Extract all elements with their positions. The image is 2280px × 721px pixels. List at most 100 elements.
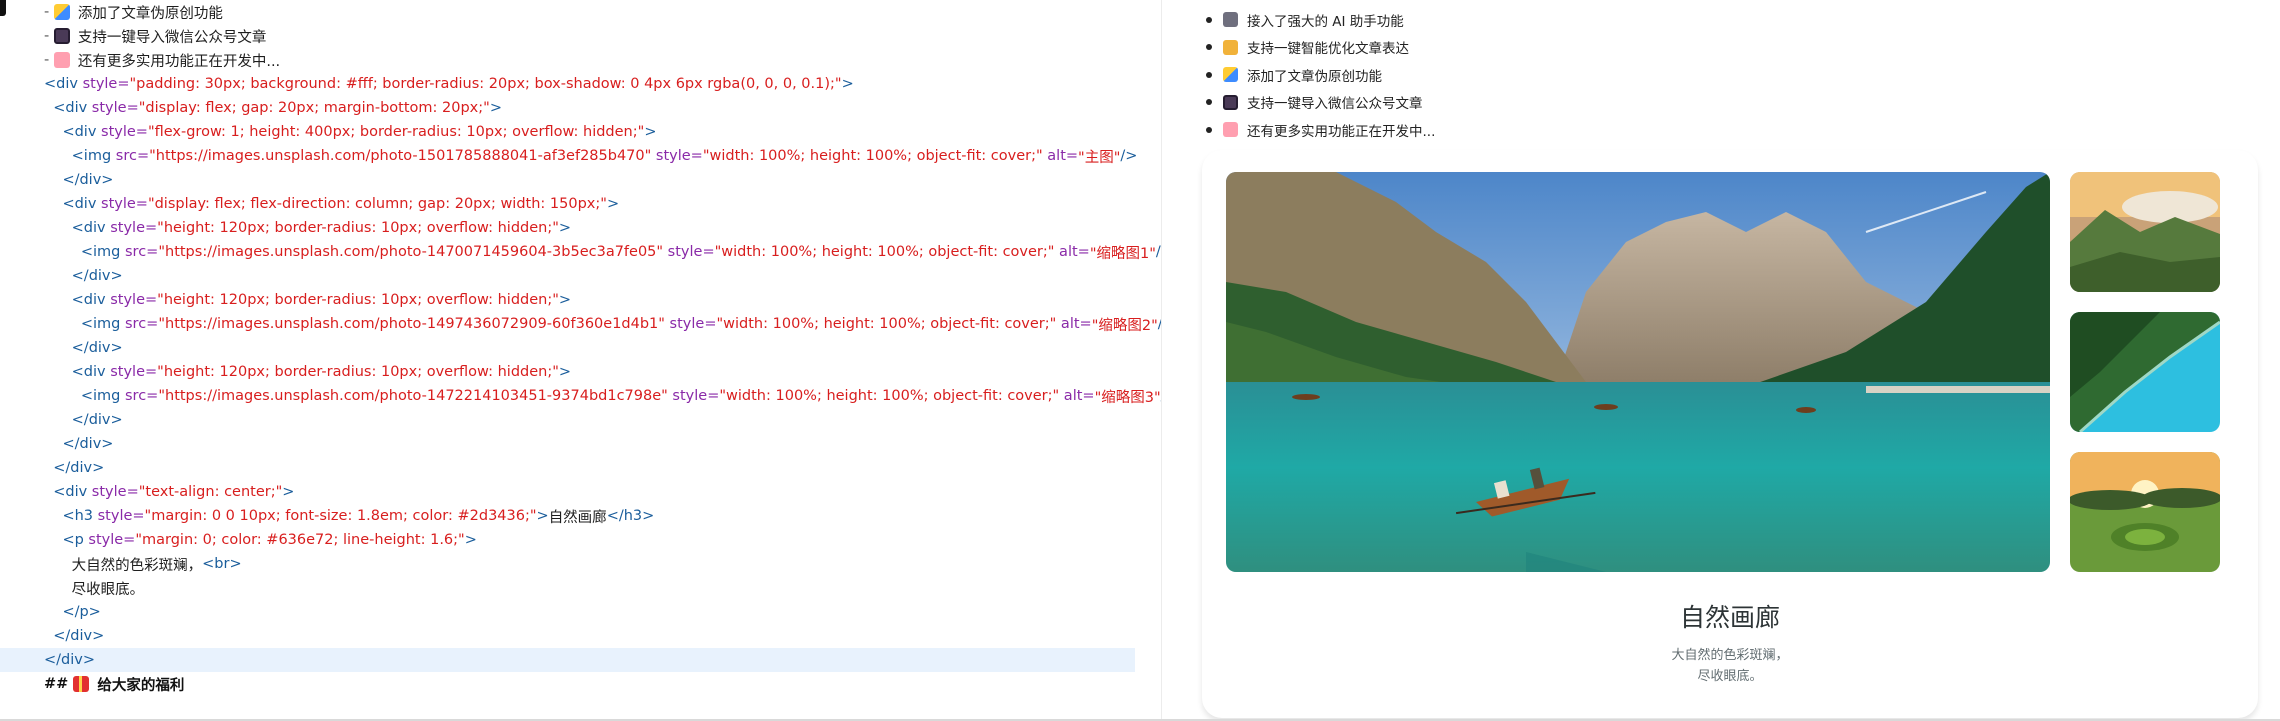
editor-line[interactable]: ## 给大家的福利 [0,672,1135,696]
feature-bullet: 支持一键导入微信公众号文章 [1206,89,1435,117]
code-token: style= [110,364,158,380]
editor-line[interactable]: </div> [0,624,1135,648]
editor-line[interactable]: </div> [0,168,1135,192]
editor-line[interactable]: <div style= "text-align: center;" > [0,480,1135,504]
code-token: src= [125,244,159,260]
feature-bullet: 添加了文章伪原创功能 [1206,61,1435,89]
feature-bullet: 接入了强大的 AI 助手功能 [1206,6,1435,34]
code-token: "width: 100%; height: 100%; object-fit: … [714,244,1055,260]
code-token: > [464,532,477,548]
pen-emoji-icon [53,4,70,20]
editor-line[interactable]: </div> [0,456,1135,480]
editor-line[interactable]: - 还有更多实用功能正在开发中... [0,48,1135,72]
code-token: <img [80,388,125,404]
editor-line[interactable]: <img src= "https://images.unsplash.com/ph… [0,384,1161,408]
code-token: </p> [62,604,101,620]
code-token: - [44,52,54,68]
editor-line[interactable]: </div> [0,336,1135,360]
green-field-image [2070,452,2220,572]
code-token: "https://images.unsplash.com/photo-14722… [158,388,668,404]
code-token: "flex-grow: 1; height: 400px; border-rad… [147,124,645,140]
editor-line[interactable]: <img src= "https://images.unsplash.com/ph… [0,144,1138,168]
code-token: "margin: 0 0 10px; font-size: 1.8em; col… [144,508,537,524]
code-token: src= [125,388,159,404]
editor-line[interactable]: <div style= "height: 120px; border-radius… [0,288,1135,312]
code-token: > [558,220,572,236]
code-token: <br> [202,556,242,572]
bullet-dot [1206,99,1212,106]
editor-line[interactable]: <div style= "display: flex; flex-directio… [0,192,1135,216]
editor-line[interactable]: <div style= "padding: 30px; background: #… [0,72,1135,96]
code-token: > [606,196,620,212]
gallery-caption: 自然画廊 大自然的色彩斑斓， 尽收眼底。 [1202,598,2258,688]
code-token: style= [663,244,715,260]
code-token: <div [53,484,92,500]
editor-line[interactable]: <div style= "height: 120px; border-radius… [0,216,1135,240]
editor-line[interactable]: <p style= "margin: 0; color: #636e72; lin… [0,528,1135,552]
code-token: - [44,4,54,20]
editor-line[interactable]: </div> [0,648,1135,672]
editor-line[interactable]: <h3 style= "margin: 0 0 10px; font-size: … [0,504,1135,528]
code-token: "display: flex; flex-direction: column; … [147,196,607,212]
code-token: </div> [71,268,123,284]
code-token: <div [62,196,102,212]
editor-line[interactable]: 大自然的色彩斑斓， <br> [0,552,1135,576]
thumbnail-column [2070,172,2220,572]
brain-emoji-icon [53,52,70,68]
code-token: alt= [1059,388,1095,404]
editor-line[interactable]: 尽收眼底。 [0,576,1135,600]
markdown-editor[interactable]: - 添加了文章伪原创功能 - 支持一键导入微信公众号文章 - 还有更多实用功能正在开… [0,0,1161,721]
code-token: > [558,364,572,380]
code-token: > [644,124,657,140]
editor-line[interactable]: </div> [0,432,1135,456]
code-token: </h3> [606,508,655,524]
mountain-sunset-image [2070,172,2220,292]
code-token: "缩略图3" [1094,389,1161,406]
code-token: "padding: 30px; background: #fff; border… [129,76,842,92]
pen-emoji-icon [1223,67,1238,83]
feature-bullet-text: 接入了强大的 AI 助手功能 [1247,13,1404,30]
code-token: style= [97,508,145,524]
editor-line[interactable]: </div> [0,408,1135,432]
code-token: style= [651,148,703,164]
code-token: > [536,508,549,524]
editor-line[interactable]: </div> [0,264,1135,288]
editor-line[interactable]: <div style= "flex-grow: 1; height: 400px;… [0,120,1135,144]
code-token: /> [1120,148,1138,164]
editor-line[interactable]: <img src= "https://images.unsplash.com/ph… [0,312,1161,336]
thumbnail-2 [2070,312,2220,432]
code-token: style= [101,124,148,140]
editor-line[interactable]: - 添加了文章伪原创功能 [0,0,1135,24]
editor-line[interactable]: <div style= "height: 120px; border-radius… [0,360,1135,384]
code-token: <img [71,148,116,164]
code-token: "https://images.unsplash.com/photo-14974… [158,316,665,332]
editor-line[interactable]: <div style= "display: flex; gap: 20px; ma… [0,96,1135,120]
code-token: <div [53,100,92,116]
code-token: "width: 100%; height: 100%; object-fit: … [702,148,1043,164]
feature-bullet-text: 支持一键导入微信公众号文章 [1247,96,1423,113]
phone-emoji-icon [1223,94,1238,110]
code-token: <h3 [62,508,98,524]
code-token: "https://images.unsplash.com/photo-15017… [149,148,652,164]
editor-line[interactable]: <img src= "https://images.unsplash.com/ph… [0,240,1161,264]
code-token: </div> [62,172,114,188]
code-token: </div> [62,436,114,452]
editor-line[interactable]: </p> [0,600,1135,624]
code-token: alt= [1056,316,1092,332]
code-token: alt= [1054,244,1090,260]
code-token: 大自然的色彩斑斓， [44,557,203,574]
code-token: > [489,100,502,116]
feature-bullet-list: 接入了强大的 AI 助手功能 支持一键智能优化文章表达 添加了文章伪原创功能 支持一键… [1206,6,1435,144]
code-token: "height: 120px; border-radius: 10px; ove… [157,220,559,236]
editor-line[interactable]: - 支持一键导入微信公众号文章 [0,24,1135,48]
code-token: </div> [71,340,123,356]
